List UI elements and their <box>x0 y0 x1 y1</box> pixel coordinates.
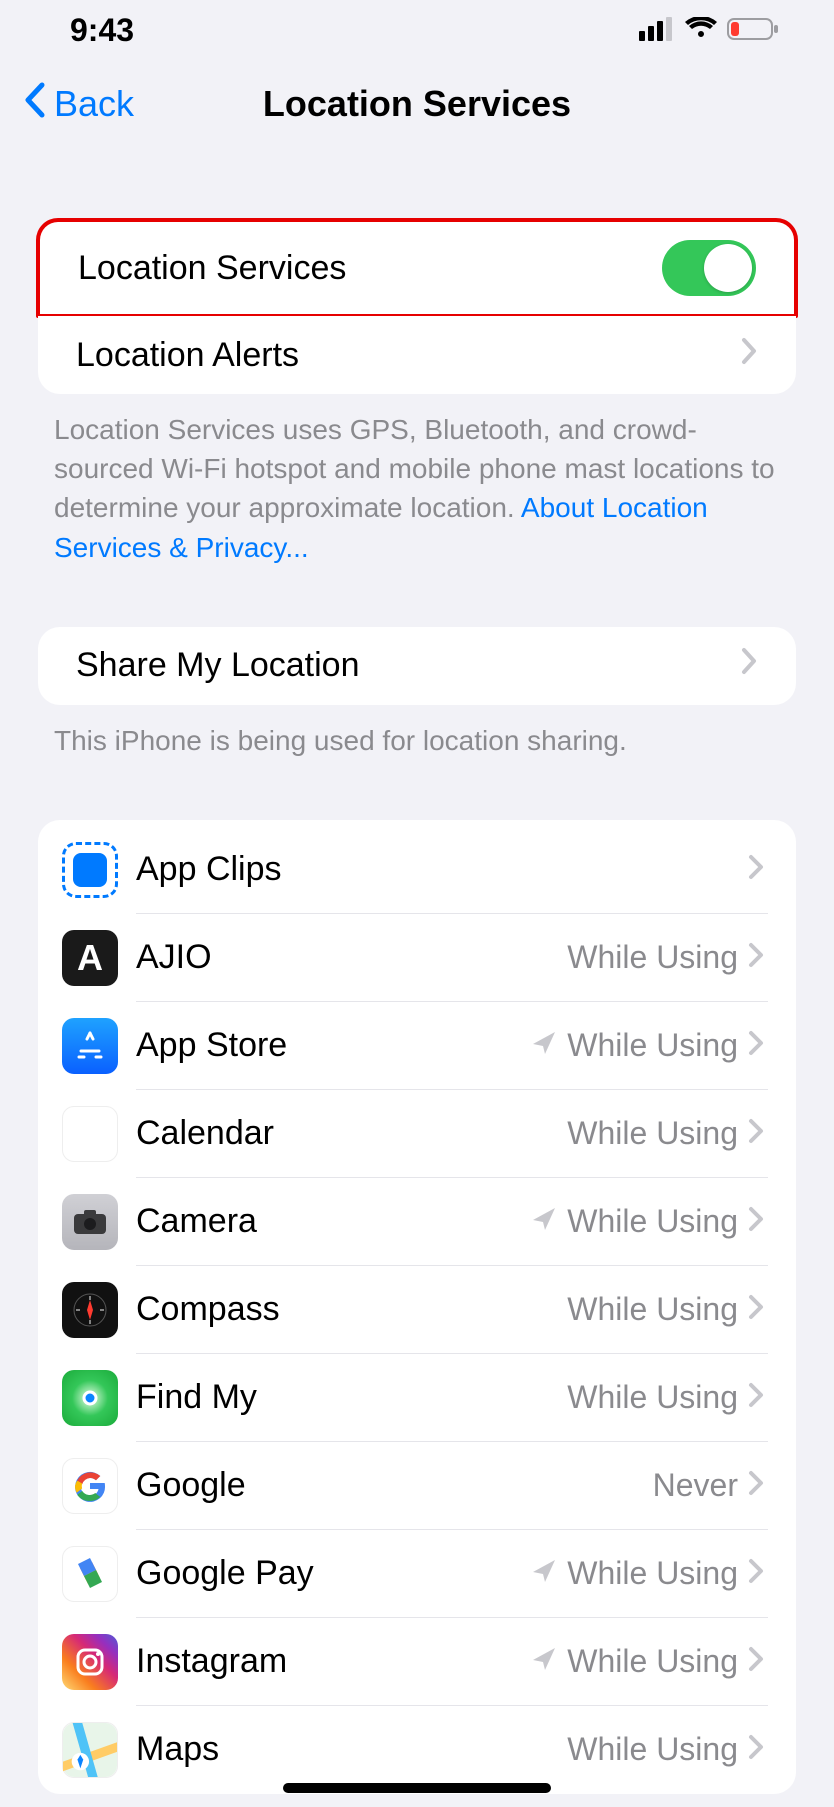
app-name-label: Find My <box>136 1378 567 1417</box>
highlight-location-services: Location Services <box>36 218 798 318</box>
chevron-right-icon <box>748 1294 764 1325</box>
app-status-label: While Using <box>567 1643 738 1680</box>
app-name-label: App Store <box>136 1026 531 1065</box>
app-status-label: While Using <box>567 1203 738 1240</box>
app-row-compass[interactable]: Compass While Using <box>38 1266 796 1354</box>
location-arrow-icon <box>531 1558 557 1589</box>
app-name-label: Instagram <box>136 1642 531 1681</box>
app-name-label: Maps <box>136 1730 567 1769</box>
app-row-google-pay[interactable]: Google Pay While Using <box>38 1530 796 1618</box>
footer-description-1: Location Services uses GPS, Bluetooth, a… <box>0 394 834 567</box>
app-name-label: Compass <box>136 1290 567 1329</box>
ajio-icon: A <box>62 930 118 986</box>
app-name-label: App Clips <box>136 850 738 889</box>
app-status-label: While Using <box>567 939 738 976</box>
app-row-app-store[interactable]: App Store While Using <box>38 1002 796 1090</box>
row-label: Location Services <box>78 249 662 288</box>
status-bar: 9:43 <box>0 0 834 60</box>
app-row-google[interactable]: Google Never <box>38 1442 796 1530</box>
app-status-label: Never <box>653 1467 738 1504</box>
app-name-label: Camera <box>136 1202 531 1241</box>
app-status-label: While Using <box>567 1379 738 1416</box>
maps-icon <box>62 1722 118 1778</box>
chevron-right-icon <box>740 336 758 375</box>
app-clips-icon <box>62 842 118 898</box>
location-arrow-icon <box>531 1206 557 1237</box>
location-arrow-icon <box>531 1646 557 1677</box>
camera-icon <box>62 1194 118 1250</box>
app-store-icon <box>62 1018 118 1074</box>
footer-description-2: This iPhone is being used for location s… <box>0 705 834 760</box>
app-status-label: While Using <box>567 1115 738 1152</box>
chevron-right-icon <box>748 1206 764 1237</box>
nav-bar: Back Location Services <box>0 60 834 148</box>
find-my-icon <box>62 1370 118 1426</box>
app-row-find-my[interactable]: Find My While Using <box>38 1354 796 1442</box>
chevron-right-icon <box>748 1382 764 1413</box>
chevron-right-icon <box>748 1558 764 1589</box>
app-row-instagram[interactable]: Instagram While Using <box>38 1618 796 1706</box>
app-name-label: Google <box>136 1466 653 1505</box>
group-location-settings: Location Alerts <box>38 316 796 394</box>
row-location-alerts[interactable]: Location Alerts <box>38 316 796 394</box>
instagram-icon <box>62 1634 118 1690</box>
home-indicator[interactable] <box>283 1783 551 1793</box>
row-label: Share My Location <box>76 646 740 685</box>
chevron-right-icon <box>740 646 758 685</box>
back-label: Back <box>54 83 134 125</box>
chevron-right-icon <box>748 1118 764 1149</box>
app-row-app-clips[interactable]: App Clips <box>38 826 796 914</box>
compass-icon <box>62 1282 118 1338</box>
cellular-icon <box>639 12 675 49</box>
chevron-right-icon <box>748 1646 764 1677</box>
google-pay-icon <box>62 1546 118 1602</box>
app-status-label: While Using <box>567 1291 738 1328</box>
app-row-camera[interactable]: Camera While Using <box>38 1178 796 1266</box>
app-status-label: While Using <box>567 1555 738 1592</box>
wifi-icon <box>685 12 717 49</box>
location-services-toggle[interactable] <box>662 240 756 296</box>
calendar-icon <box>62 1106 118 1162</box>
app-status-label: While Using <box>567 1027 738 1064</box>
app-row-ajio[interactable]: A AJIO While Using <box>38 914 796 1002</box>
app-status-label: While Using <box>567 1731 738 1768</box>
group-apps: App Clips A AJIO While Using App Store W… <box>38 820 796 1794</box>
location-arrow-icon <box>531 1030 557 1061</box>
back-button[interactable]: Back <box>22 81 134 128</box>
chevron-right-icon <box>748 1734 764 1765</box>
app-name-label: Calendar <box>136 1114 567 1153</box>
row-share-my-location[interactable]: Share My Location <box>38 627 796 705</box>
row-label: Location Alerts <box>76 336 740 375</box>
battery-icon <box>727 12 779 49</box>
chevron-right-icon <box>748 1470 764 1501</box>
app-name-label: AJIO <box>136 938 567 977</box>
google-icon <box>62 1458 118 1514</box>
chevron-right-icon <box>748 942 764 973</box>
chevron-right-icon <box>748 1030 764 1061</box>
row-location-services[interactable]: Location Services <box>40 222 794 314</box>
chevron-left-icon <box>22 81 48 128</box>
app-row-maps[interactable]: Maps While Using <box>38 1706 796 1794</box>
app-name-label: Google Pay <box>136 1554 531 1593</box>
status-time: 9:43 <box>70 12 134 49</box>
app-row-calendar[interactable]: Calendar While Using <box>38 1090 796 1178</box>
group-share-location: Share My Location <box>38 627 796 705</box>
chevron-right-icon <box>748 854 764 885</box>
